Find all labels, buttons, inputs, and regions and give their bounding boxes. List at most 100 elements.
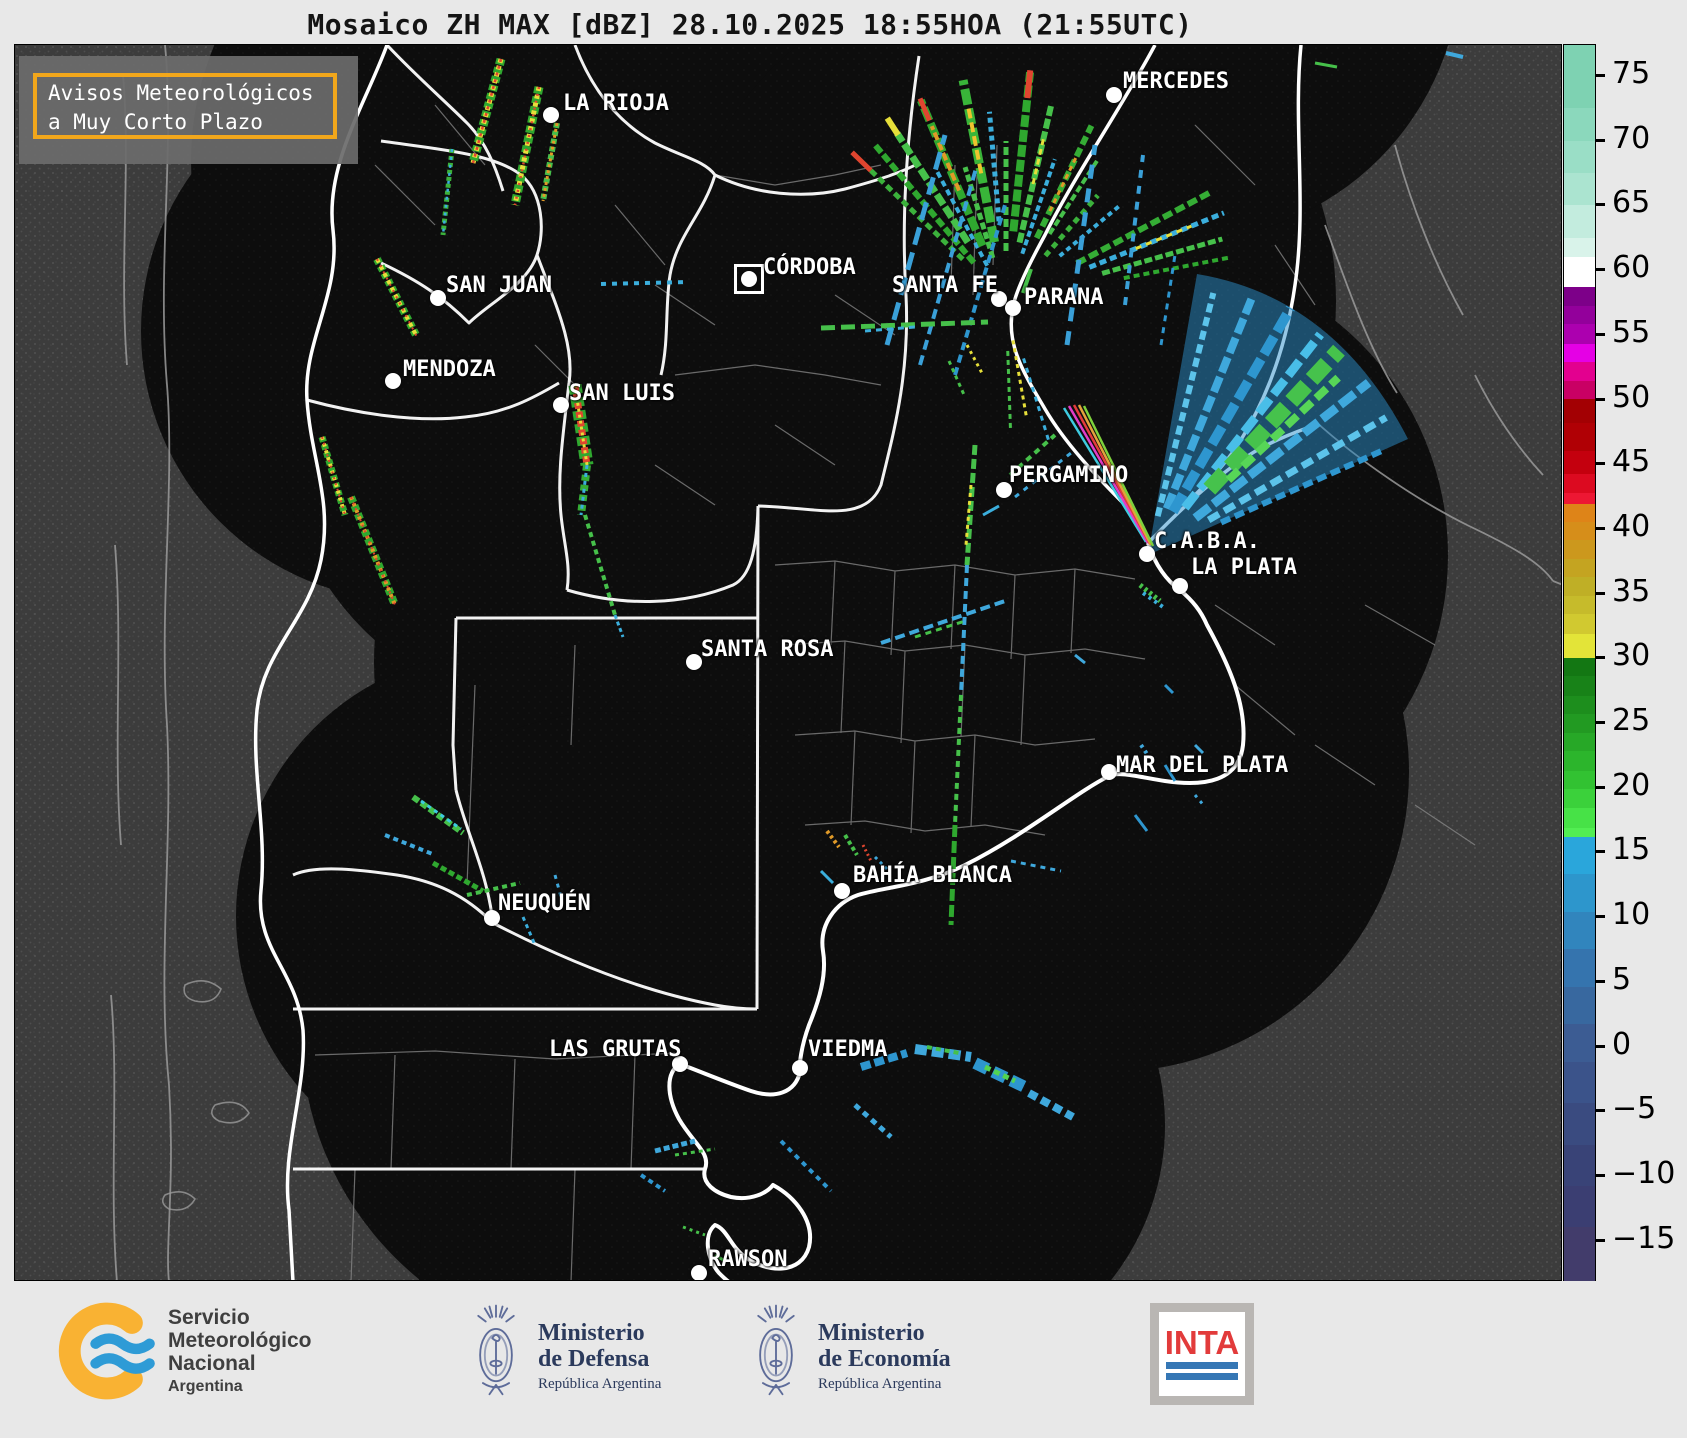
tick-mark [1595, 1173, 1605, 1177]
tick-mark [1595, 785, 1605, 789]
colorbar-segment [1564, 949, 1595, 987]
colorbar-segment [1564, 324, 1595, 344]
smn-logo-group: Servicio Meteorológico Nacional Argentin… [56, 1299, 312, 1403]
tick-mark [1595, 203, 1605, 207]
footer: Servicio Meteorológico Nacional Argentin… [0, 1281, 1687, 1438]
colorbar-segment [1564, 108, 1595, 141]
ministerio-defensa-group: Ministerio de Defensa República Argentin… [468, 1293, 661, 1419]
ministerio-defensa-text: Ministerio de Defensa República Argentin… [538, 1320, 661, 1393]
colorbar-segment [1564, 770, 1595, 789]
tick-label: −10 [1612, 1155, 1676, 1191]
colorbar-segment [1564, 173, 1595, 206]
city-marker-bah-a-blanca [834, 883, 850, 899]
city-marker-c-a-b-a [1139, 546, 1155, 562]
tick-mark [1595, 462, 1605, 466]
tick-label: 40 [1612, 509, 1651, 545]
tick-label: 0 [1612, 1026, 1632, 1062]
colorbar-segment [1564, 361, 1595, 382]
tick-label: 70 [1612, 120, 1651, 156]
city-marker-la-rioja [543, 107, 559, 123]
city-label-la-plata: LA PLATA [1191, 555, 1297, 580]
tick-label: −15 [1612, 1220, 1676, 1256]
city-label-parana: PARANA [1024, 285, 1104, 310]
city-marker-san-luis [553, 397, 569, 413]
radar-map: LA RIOJA MERCEDES SAN JUAN CÓRDOBA SANTA FE P… [14, 44, 1562, 1281]
colorbar-segment [1564, 633, 1595, 659]
tick-mark [1595, 1109, 1605, 1113]
city-label-c-a-b-a: C.A.B.A. [1154, 529, 1260, 554]
page-title: Mosaico ZH MAX [dBZ] 28.10.2025 18:55HOA… [307, 8, 1193, 41]
colorbar-segment [1564, 474, 1595, 493]
colorbar [1563, 44, 1596, 1283]
inta-wordmark: INTA [1164, 1324, 1240, 1361]
economia-line3: República Argentina [818, 1375, 942, 1392]
warnings-line1: Avisos Meteorológicos [48, 81, 314, 105]
city-marker-mar-del-plata [1101, 764, 1117, 780]
tick-label: −5 [1612, 1091, 1657, 1127]
colorbar-segment [1564, 558, 1595, 577]
inta-bar-2 [1166, 1373, 1238, 1380]
city-marker-c-rdoba [741, 271, 757, 287]
tick-label: 50 [1612, 379, 1651, 415]
tick-mark [1595, 397, 1605, 401]
tick-label: 5 [1612, 961, 1632, 997]
colorbar-segment [1564, 504, 1595, 523]
tick-label: 15 [1612, 832, 1651, 868]
economia-line1: Ministerio [818, 1319, 925, 1346]
tick-mark [1595, 850, 1605, 854]
colorbar-segment [1564, 576, 1595, 597]
tick-label: 25 [1612, 703, 1651, 739]
colorbar-segment [1564, 788, 1595, 809]
city-label-santa-fe: SANTA FE [892, 273, 998, 298]
tick-mark [1595, 268, 1605, 272]
tick-label: 10 [1612, 897, 1651, 933]
city-marker-rawson [691, 1265, 707, 1280]
tick-label: 35 [1612, 573, 1651, 609]
city-label-las-grutas: LAS GRUTAS [549, 1037, 682, 1062]
tick-mark [1595, 979, 1605, 983]
colorbar-segment [1564, 1144, 1595, 1186]
tick-label: 60 [1612, 250, 1651, 286]
defensa-line2: de Defensa [538, 1345, 650, 1372]
inta-logo-inner: INTA [1159, 1312, 1245, 1396]
coat-of-arms-icon [757, 1304, 795, 1396]
colorbar-segment [1564, 237, 1595, 258]
colorbar-segment [1564, 596, 1595, 615]
city-marker-viedma [792, 1060, 808, 1076]
city-marker-la-plata [1172, 578, 1188, 594]
city-marker-mendoza [385, 373, 401, 389]
colorbar-segment [1564, 1024, 1595, 1062]
colorbar-segment [1564, 343, 1595, 362]
colorbar-segment [1564, 986, 1595, 1025]
smn-line3: Nacional [168, 1352, 256, 1375]
colorbar-segment [1564, 540, 1595, 559]
city-label-san-juan: SAN JUAN [446, 273, 552, 298]
colorbar-segment [1564, 205, 1595, 238]
city-label-neuqu-n: NEUQUÉN [498, 891, 591, 916]
city-label-san-luis: SAN LUIS [569, 381, 675, 406]
tick-mark [1595, 138, 1605, 142]
warnings-overlay-border: Avisos Meteorológicos a Muy Corto Plazo [33, 73, 337, 139]
colorbar-segment [1564, 808, 1595, 828]
city-marker-parana [1005, 300, 1021, 316]
tick-mark [1595, 1238, 1605, 1242]
tick-label: 45 [1612, 444, 1651, 480]
colorbar-segment [1564, 140, 1595, 174]
tick-mark [1595, 332, 1605, 336]
city-marker-layer: LA RIOJA MERCEDES SAN JUAN CÓRDOBA SANTA FE P… [15, 45, 1561, 1280]
smn-line1: Servicio [168, 1306, 250, 1329]
colorbar-segment [1564, 1185, 1595, 1228]
colorbar-segment [1564, 306, 1595, 325]
tick-mark [1595, 526, 1605, 530]
city-label-rawson: RAWSON [708, 1247, 788, 1272]
colorbar-segments [1564, 45, 1595, 1282]
colorbar-segment [1564, 827, 1595, 837]
city-label-la-rioja: LA RIOJA [563, 91, 669, 116]
colorbar-segment [1564, 836, 1595, 875]
city-label-viedma: VIEDMA [808, 1037, 888, 1062]
city-label-c-rdoba: CÓRDOBA [763, 255, 856, 280]
colorbar-segment [1564, 257, 1595, 287]
tick-label: 65 [1612, 185, 1651, 221]
ministerio-economia-group: Ministerio de Economía República Argenti… [748, 1293, 951, 1419]
tick-mark [1595, 591, 1605, 595]
